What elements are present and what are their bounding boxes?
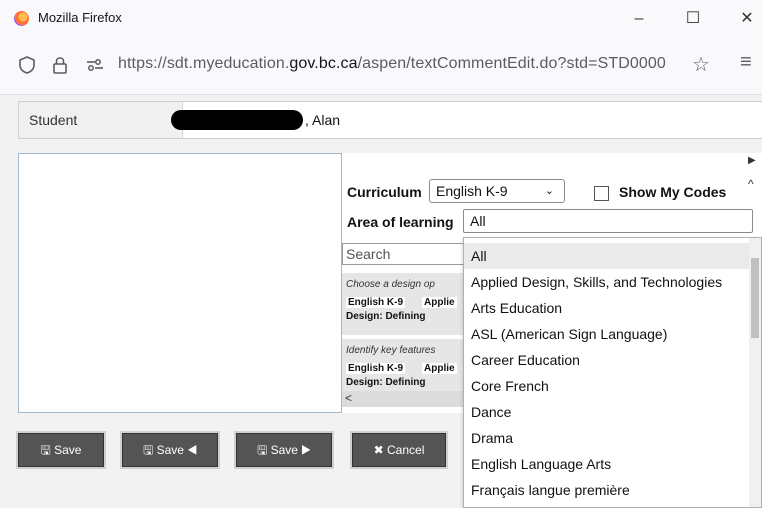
- save-next-label: Save: [270, 443, 298, 457]
- student-label: Student: [19, 102, 183, 138]
- bookmark-star-icon[interactable]: ☆: [692, 52, 710, 77]
- area-of-learning-label: Area of learning: [347, 214, 454, 230]
- chevron-down-icon: ⌄: [544, 185, 554, 197]
- show-my-codes-checkbox[interactable]: [594, 186, 609, 201]
- maximize-button[interactable]: ☐: [676, 6, 710, 32]
- card-tag: English K-9: [346, 363, 406, 374]
- dropdown-option[interactable]: Career Education: [464, 347, 750, 373]
- area-of-learning-select[interactable]: All: [463, 209, 753, 233]
- dropdown-option[interactable]: Arts Education: [464, 295, 750, 321]
- area-of-learning-dropdown: All Applied Design, Skills, and Technolo…: [463, 237, 762, 508]
- arrow-right-icon: ▶: [297, 443, 311, 457]
- card-description: Choose a design op: [346, 279, 435, 290]
- menu-icon[interactable]: ≡: [740, 51, 752, 74]
- redacted-name: [171, 110, 303, 130]
- save-next-button[interactable]: 🖫 Save ▶: [236, 433, 332, 467]
- card-design: Design: Defining: [346, 311, 426, 322]
- minimize-button[interactable]: –: [622, 6, 656, 32]
- card-design: Design: Defining: [346, 377, 426, 388]
- url-prefix: https://sdt.myeducation.: [118, 55, 290, 72]
- scroll-left-icon[interactable]: <: [345, 391, 352, 405]
- url-suffix: /aspen/textCommentEdit.do?std=STD0000: [357, 55, 666, 72]
- curriculum-label: Curriculum: [347, 184, 422, 200]
- floppy-icon: 🖫: [40, 443, 55, 457]
- x-icon: ✖: [373, 443, 388, 457]
- cancel-label: Cancel: [387, 443, 425, 457]
- expand-arrow-icon[interactable]: ▶: [748, 155, 756, 166]
- scroll-up-icon[interactable]: ^: [748, 177, 754, 191]
- card-tag: Applie: [422, 297, 457, 308]
- curriculum-value: English K-9: [436, 183, 508, 199]
- area-value: All: [470, 213, 486, 229]
- title-bar: Mozilla Firefox – ☐ ✕: [0, 0, 762, 38]
- dropdown-option[interactable]: Applied Design, Skills, and Technologies: [464, 269, 750, 295]
- curriculum-select[interactable]: English K-9 ⌄: [429, 179, 565, 203]
- arrow-left-icon: ◀: [183, 443, 197, 457]
- comment-card[interactable]: Choose a design op English K-9 Applie De…: [342, 273, 464, 335]
- url-text[interactable]: https://sdt.myeducation.gov.bc.ca/aspen/…: [118, 55, 666, 73]
- student-name: , Alan: [305, 112, 341, 128]
- url-domain: gov.bc.ca: [289, 55, 358, 72]
- save-previous-label: Save: [156, 443, 184, 457]
- card-tag: Applie: [422, 363, 457, 374]
- shield-icon[interactable]: [18, 56, 36, 74]
- dropdown-option[interactable]: ASL (American Sign Language): [464, 321, 750, 347]
- dropdown-option[interactable]: Dance: [464, 399, 750, 425]
- lock-icon[interactable]: [52, 55, 68, 75]
- comment-textarea[interactable]: [18, 153, 342, 413]
- dropdown-option[interactable]: Français langue première: [464, 477, 750, 503]
- dropdown-scrollbar[interactable]: [749, 238, 761, 507]
- horizontal-scrollbar[interactable]: <: [342, 391, 464, 407]
- show-my-codes-label[interactable]: Show My Codes: [619, 184, 726, 200]
- scrollbar-thumb[interactable]: [751, 258, 759, 338]
- card-tag: English K-9: [346, 297, 406, 308]
- dropdown-option[interactable]: All: [464, 243, 750, 269]
- save-button[interactable]: 🖫 Save: [18, 433, 104, 467]
- permissions-icon[interactable]: [86, 59, 104, 71]
- dropdown-option[interactable]: Drama: [464, 425, 750, 451]
- cancel-button[interactable]: ✖ Cancel: [352, 433, 446, 467]
- student-row: Student , Alan: [18, 101, 762, 139]
- floppy-icon: 🖫: [143, 443, 157, 457]
- floppy-icon: 🖫: [257, 443, 271, 457]
- app-title: Mozilla Firefox: [38, 10, 122, 25]
- dropdown-option[interactable]: English Language Arts: [464, 451, 750, 477]
- url-bar: https://sdt.myeducation.gov.bc.ca/aspen/…: [0, 38, 762, 95]
- card-description: Identify key features: [346, 345, 436, 356]
- search-input[interactable]: Search: [342, 243, 466, 265]
- dropdown-option[interactable]: Core French: [464, 373, 750, 399]
- save-previous-button[interactable]: 🖫 Save ◀: [122, 433, 218, 467]
- save-label: Save: [54, 443, 82, 457]
- close-button[interactable]: ✕: [730, 6, 762, 32]
- firefox-icon: [14, 11, 29, 26]
